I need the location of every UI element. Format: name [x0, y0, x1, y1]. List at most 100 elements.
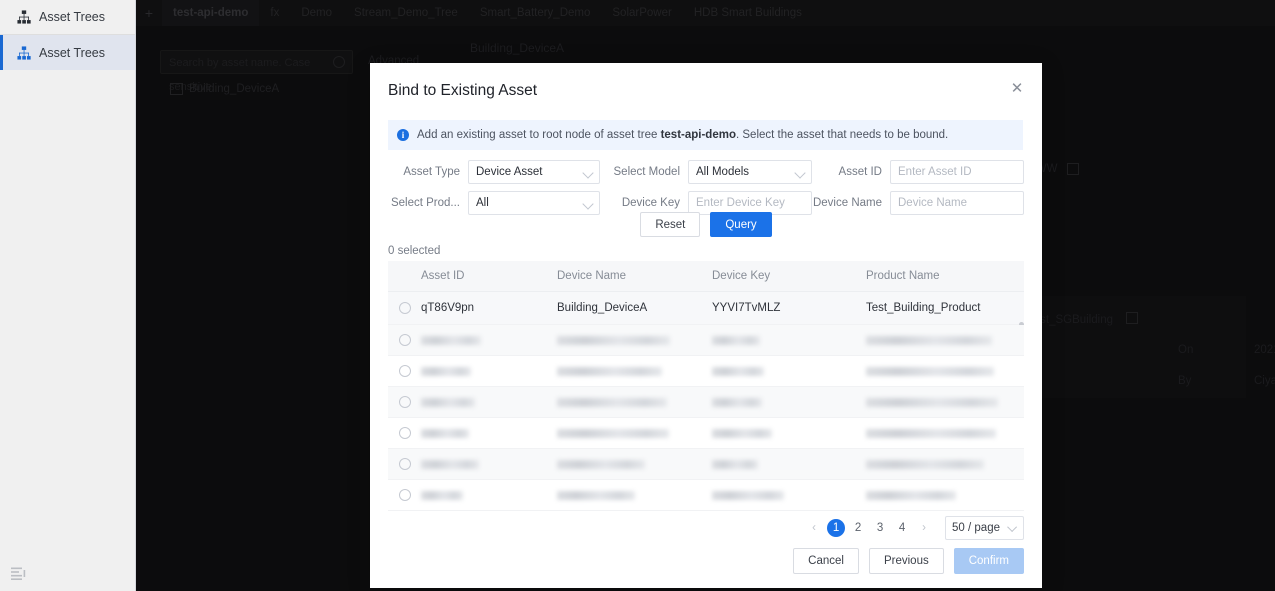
cell-product-name [866, 459, 1024, 469]
table-header-device-name: Device Name [557, 270, 627, 282]
field-label: Select Model [613, 166, 680, 178]
row-radio[interactable] [399, 396, 411, 408]
table-row[interactable] [388, 449, 1024, 480]
page-size-select[interactable]: 50 / page [945, 516, 1024, 540]
reset-button[interactable]: Reset [640, 212, 701, 237]
info-banner-text: Add an existing asset to root node of as… [417, 129, 948, 141]
page-3-button[interactable]: 3 [871, 519, 889, 537]
field-asset-id: Asset ID Enter Asset ID [812, 160, 1024, 184]
asset-type-select[interactable]: Device Asset [468, 160, 600, 184]
table-header-product-name: Product Name [866, 270, 940, 282]
page-1-button[interactable]: 1 [827, 519, 846, 537]
cell-device-name [557, 366, 712, 376]
chevron-left-icon[interactable]: ‹ [805, 518, 823, 538]
cell-device-key [712, 490, 866, 500]
table-row[interactable] [388, 480, 1024, 511]
chevron-right-icon[interactable]: › [915, 518, 933, 538]
cell-device-name [557, 397, 712, 407]
cell-product-name [866, 335, 1024, 345]
chevron-down-icon [794, 167, 806, 179]
row-select-cell [388, 489, 421, 501]
info-banner: i Add an existing asset to root node of … [388, 120, 1023, 150]
cell-product-name [866, 428, 1024, 438]
field-label: Asset Type [403, 166, 460, 178]
asset-id-input[interactable]: Enter Asset ID [890, 160, 1024, 184]
bind-to-existing-asset-dialog: Bind to Existing Asset ✕ i Add an existi… [370, 63, 1042, 588]
filter-form-row-1: Asset Type Device Asset Select Model All… [388, 160, 1024, 184]
page-size-value: 50 / page [952, 522, 1000, 534]
field-label: Select Prod... [390, 197, 460, 209]
field-asset-type: Asset Type Device Asset [388, 160, 600, 184]
table-header-asset-id: Asset ID [421, 270, 465, 282]
table-header-row: Asset ID Device Name Device Key Product … [388, 261, 1024, 292]
asset-id-placeholder: Enter Asset ID [898, 166, 972, 178]
device-name-placeholder: Device Name [898, 197, 968, 209]
select-model-value: All Models [696, 166, 750, 178]
cell-device-name [557, 459, 712, 469]
cancel-button[interactable]: Cancel [793, 548, 859, 574]
cell-device-key [712, 335, 866, 345]
asset-type-value: Device Asset [476, 166, 543, 178]
app-root: + test-api-demo fx Demo Stream_Demo_Tree… [0, 0, 1275, 591]
row-select-cell [388, 396, 421, 408]
filter-actions: Reset Query [370, 212, 1042, 237]
info-text-after: . Select the asset that needs to be boun… [735, 129, 949, 141]
cell-product-name [866, 397, 1024, 407]
row-select-cell [388, 458, 421, 470]
select-model-select[interactable]: All Models [688, 160, 812, 184]
row-radio[interactable] [399, 458, 411, 470]
row-select-cell [388, 334, 421, 346]
field-select-model: Select Model All Models [600, 160, 812, 184]
info-icon: i [397, 129, 409, 141]
cell-asset-id [421, 366, 557, 376]
cell-asset-id [421, 490, 557, 500]
cell-device-key [712, 366, 866, 376]
row-radio[interactable] [399, 365, 411, 377]
cell-device-key [712, 428, 866, 438]
cell-device-key: YYVI7TvMLZ [712, 302, 781, 314]
cell-device-key [712, 459, 866, 469]
row-radio[interactable] [399, 334, 411, 346]
cell-product-name [866, 490, 1024, 500]
cell-product-name: Test_Building_Product [866, 302, 981, 314]
row-select-cell [388, 302, 421, 314]
table-row[interactable] [388, 387, 1024, 418]
cell-device-name: Building_DeviceA [557, 302, 648, 314]
table-row[interactable]: qT86V9pn Building_DeviceA YYVI7TvMLZ Tes… [388, 292, 1024, 350]
row-radio[interactable] [399, 489, 411, 501]
table-row[interactable] [388, 325, 1024, 356]
table-row[interactable] [388, 418, 1024, 449]
cell-device-name [557, 428, 712, 438]
cell-device-name [557, 490, 712, 500]
previous-button[interactable]: Previous [868, 548, 944, 574]
table-header-device-key: Device Key [712, 270, 771, 282]
row-select-cell [388, 427, 421, 439]
chevron-down-icon [582, 198, 594, 210]
select-product-value: All [476, 197, 489, 209]
cell-asset-id [421, 397, 557, 407]
dialog-title: Bind to Existing Asset [388, 82, 538, 99]
cell-asset-id [421, 428, 557, 438]
cell-asset-id [421, 459, 557, 469]
cell-device-name [557, 335, 712, 345]
row-select-cell [388, 365, 421, 377]
cell-device-key [712, 397, 866, 407]
field-label: Device Key [621, 197, 680, 209]
chevron-down-icon [582, 167, 594, 179]
row-radio[interactable] [399, 302, 411, 314]
page-4-button[interactable]: 4 [893, 519, 911, 537]
page-2-button[interactable]: 2 [849, 519, 867, 537]
confirm-button[interactable]: Confirm [953, 548, 1024, 574]
cell-asset-id [421, 335, 557, 345]
selected-count: 0 selected [388, 245, 441, 257]
query-button[interactable]: Query [710, 212, 772, 237]
close-icon[interactable]: ✕ [1006, 77, 1028, 99]
table-row[interactable] [388, 356, 1024, 387]
info-text-asset-tree: test-api-demo [660, 129, 736, 141]
pagination: ‹ 1 2 3 4 › 50 / page [805, 516, 1024, 540]
chevron-down-icon [1007, 521, 1018, 532]
dialog-footer: Cancel Previous Confirm [793, 548, 1024, 574]
field-label: Asset ID [838, 166, 882, 178]
cell-asset-id: qT86V9pn [421, 302, 475, 314]
row-radio[interactable] [399, 427, 411, 439]
